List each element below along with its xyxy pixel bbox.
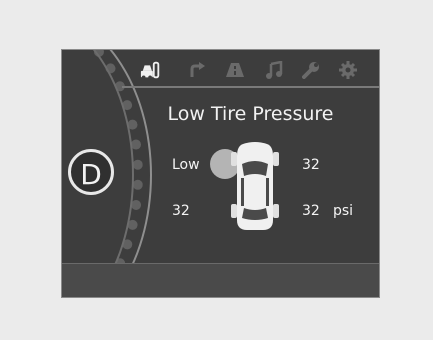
rear-left-tire-value: 32 [172, 203, 190, 219]
road-icon[interactable] [224, 59, 246, 81]
front-left-tire-value: Low [172, 157, 200, 173]
turn-arrow-icon[interactable] [186, 59, 208, 81]
bottom-status-bar [62, 263, 379, 297]
cluster-frame: D Low Tire Pressure Low 32 32 32 psi [0, 0, 433, 340]
menu-tab-bar [122, 54, 379, 86]
rear-right-tire-value: 32 [302, 203, 320, 219]
car-top-view-icon [227, 142, 283, 236]
warning-title: Low Tire Pressure [167, 103, 334, 125]
tire-pressure-icon[interactable] [140, 59, 162, 81]
tab-divider [122, 86, 379, 88]
gear-indicator: D [68, 149, 114, 195]
front-right-tire-value: 32 [302, 157, 320, 173]
instrument-display: D Low Tire Pressure Low 32 32 32 psi [61, 49, 380, 298]
music-note-icon[interactable] [263, 59, 285, 81]
pressure-unit: psi [333, 203, 354, 219]
gear-icon[interactable] [337, 59, 359, 81]
wrench-icon[interactable] [300, 59, 322, 81]
